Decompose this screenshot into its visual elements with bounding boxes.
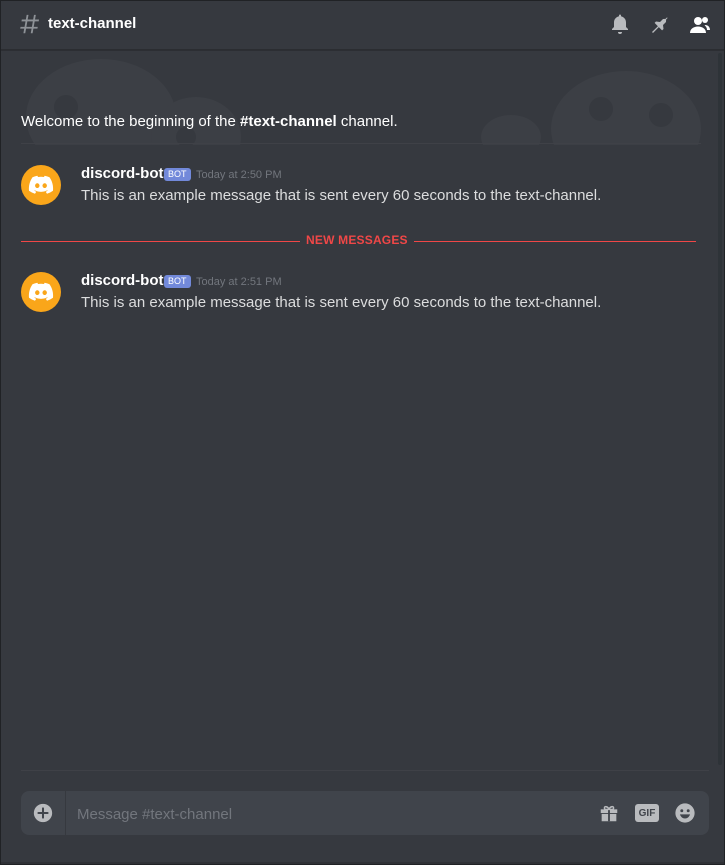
gift-icon [600, 805, 618, 822]
message-input[interactable] [75, 791, 579, 837]
bot-tag: BOT [164, 275, 191, 288]
welcome-message: Welcome to the beginning of the #text-ch… [21, 113, 398, 130]
message-item: discord-bot BOT Today at 2:50 PM This is… [21, 165, 701, 209]
message-timestamp: Today at 2:50 PM [196, 169, 282, 181]
welcome-suffix: channel. [336, 113, 398, 130]
discord-logo-icon [28, 282, 54, 301]
avatar[interactable] [21, 272, 61, 312]
welcome-illustration [26, 59, 701, 145]
composer-toolbar: GIF [597, 801, 697, 825]
message-content: This is an example message that is sent … [81, 187, 602, 204]
window-bottom-edge [1, 862, 724, 864]
gift-button[interactable] [597, 801, 621, 825]
add-attachment-button[interactable] [21, 791, 66, 835]
add-attachment-icon [33, 803, 53, 823]
emoji-icon [675, 803, 695, 823]
channel-name: text-channel [48, 15, 137, 32]
message-timestamp: Today at 2:51 PM [196, 276, 282, 288]
channel-header: text-channel [1, 1, 724, 50]
members-icon[interactable] [688, 13, 712, 37]
message-item: discord-bot BOT Today at 2:51 PM This is… [21, 272, 701, 316]
pin-icon[interactable] [648, 13, 672, 37]
composer-separator [21, 770, 709, 771]
message-author[interactable]: discord-bot [81, 165, 164, 182]
message-composer: GIF [21, 791, 709, 837]
avatar[interactable] [21, 165, 61, 205]
header-toolbar [608, 13, 712, 37]
chat-window: text-channel Welcome to the beginning of… [0, 0, 725, 865]
bell-icon[interactable] [608, 13, 632, 37]
emoji-button[interactable] [673, 801, 697, 825]
message-content: This is an example message that is sent … [81, 294, 602, 311]
welcome-prefix: Welcome to the beginning of the [21, 113, 241, 130]
message-scrollbar[interactable] [718, 53, 722, 765]
gif-icon: GIF [635, 804, 659, 822]
gif-button[interactable]: GIF [635, 801, 659, 825]
welcome-channel-mention[interactable]: #text-channel [240, 113, 337, 130]
welcome-divider [21, 143, 701, 144]
hash-icon [20, 14, 40, 34]
bot-tag: BOT [164, 168, 191, 181]
discord-logo-icon [28, 175, 54, 194]
new-messages-label: NEW MESSAGES [300, 233, 414, 247]
message-author[interactable]: discord-bot [81, 272, 164, 289]
